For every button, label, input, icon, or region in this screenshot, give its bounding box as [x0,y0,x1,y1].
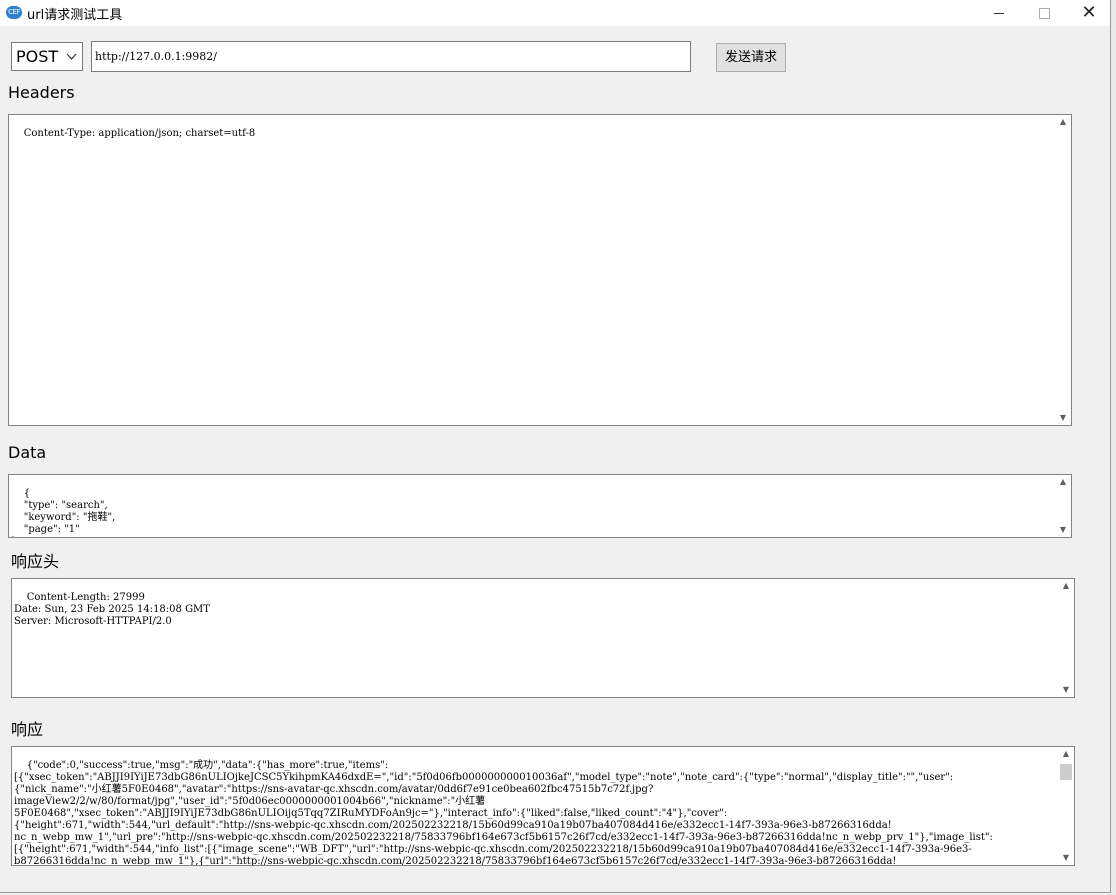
scroll-thumb[interactable] [1060,764,1072,780]
scroll-down-icon[interactable]: ▼ [1055,411,1071,425]
method-value: POST [16,47,59,66]
scroll-up-icon[interactable]: ▲ [1058,579,1074,593]
headers-content: Content-Type: application/json; charset=… [23,128,256,139]
scroll-down-icon[interactable]: ▼ [1055,523,1071,537]
response-content: {"code":0,"success":true,"msg":"成功","dat… [14,760,993,866]
window-title: url请求测试工具 [27,8,123,23]
send-request-button[interactable]: 发送请求 [716,43,786,72]
maximize-icon [1039,8,1050,19]
headers-textarea[interactable]: Content-Type: application/json; charset=… [8,114,1072,426]
data-scrollbar[interactable]: ▲ ▼ [1055,475,1071,537]
response-headers-textarea[interactable]: Content-Length: 27999 Date: Sun, 23 Feb … [11,578,1075,698]
headers-scrollbar[interactable]: ▲ ▼ [1055,115,1071,425]
minimize-button[interactable] [976,0,1022,26]
url-input[interactable]: http://127.0.0.1:9982/ [91,41,691,72]
background-window-edge [1111,0,1116,895]
scroll-up-icon[interactable]: ▲ [1058,747,1074,761]
data-textarea[interactable]: { "type": "search", "keyword": "拖鞋", "pa… [8,474,1072,538]
maximize-button[interactable] [1021,0,1067,26]
scroll-up-icon[interactable]: ▲ [1055,115,1071,129]
close-button[interactable]: ✕ [1066,0,1112,26]
response-headers-label: 响应头 [11,552,60,571]
app-logo-icon: CEF [6,6,22,19]
response-headers-scrollbar[interactable]: ▲ ▼ [1058,579,1074,697]
close-icon: ✕ [1081,2,1097,23]
data-content: { "type": "search", "keyword": "拖鞋", "pa… [11,488,116,537]
response-textarea[interactable]: {"code":0,"success":true,"msg":"成功","dat… [11,746,1075,866]
response-label: 响应 [11,720,44,739]
response-headers-content: Content-Length: 27999 Date: Sun, 23 Feb … [14,592,210,627]
data-label: Data [8,443,47,462]
chevron-down-icon [66,43,77,80]
scroll-down-icon[interactable]: ▼ [1058,851,1074,865]
scroll-up-icon[interactable]: ▲ [1055,475,1071,489]
method-select[interactable]: POST [11,42,83,71]
minimize-icon [994,13,1004,14]
headers-label: Headers [8,83,75,102]
scroll-down-icon[interactable]: ▼ [1058,683,1074,697]
title-bar[interactable]: CEF url请求测试工具 ✕ [0,0,1110,26]
app-window: CEF url请求测试工具 ✕ POST http://127.0.0.1:99… [0,0,1111,893]
response-scrollbar[interactable]: ▲ ▼ [1058,747,1074,865]
